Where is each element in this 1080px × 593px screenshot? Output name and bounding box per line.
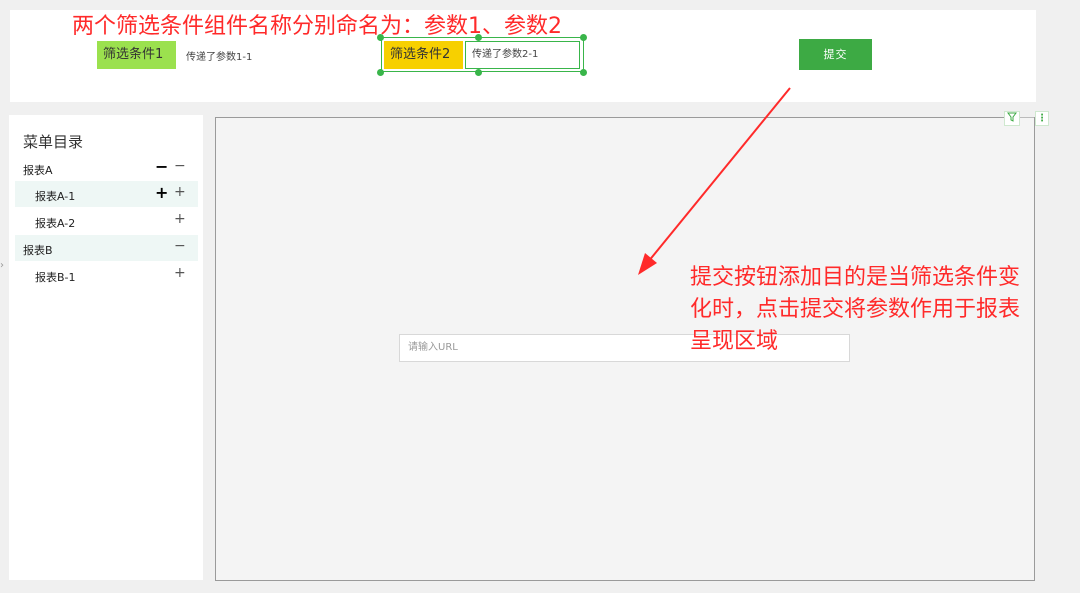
right-annotation-line-2: 化时，点击提交将参数作用于报表 — [690, 297, 1021, 322]
right-annotation-line-3: 呈现区域 — [690, 329, 779, 354]
right-annotation-line-1: 提交按钮添加目的是当筛选条件变 — [690, 265, 1021, 290]
right-annotation-text: 提交按钮添加目的是当筛选条件变 化时，点击提交将参数作用于报表 呈现区域 — [690, 262, 1075, 358]
